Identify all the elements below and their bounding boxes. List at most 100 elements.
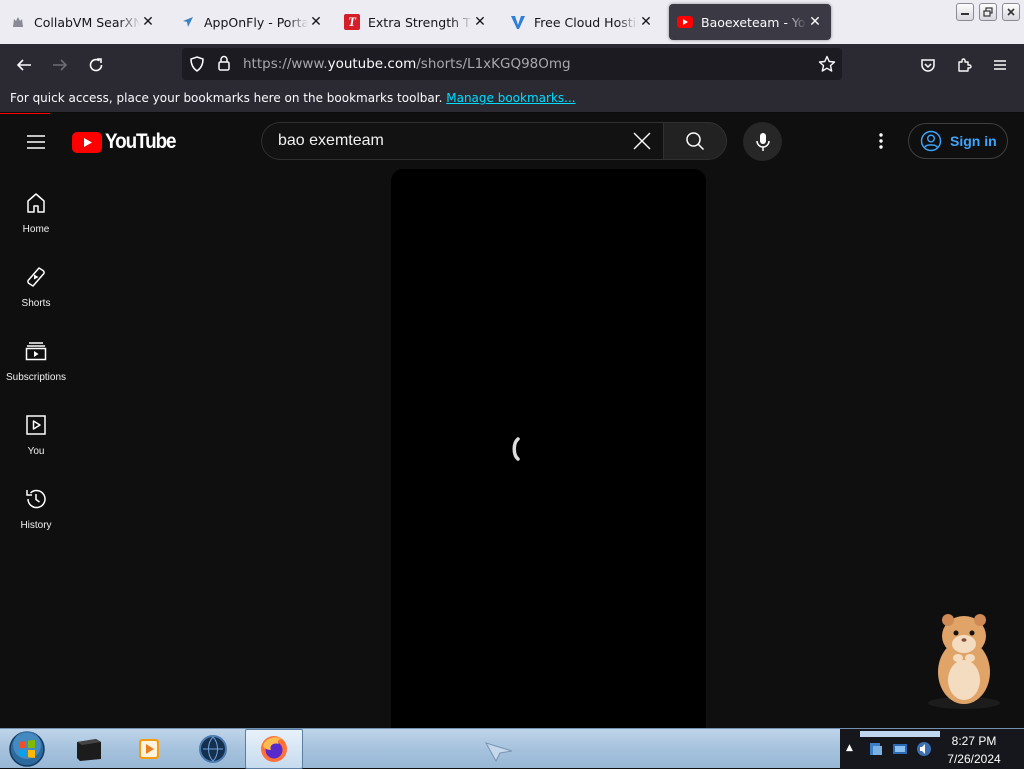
tab-title: AppOnFly - Portal <box>204 14 308 30</box>
tab-close-icon[interactable]: ✕ <box>140 14 156 30</box>
guide-item-you[interactable]: You <box>0 413 72 477</box>
taskbar-terminal[interactable] <box>60 729 118 769</box>
taskbar-globe-app[interactable] <box>184 729 242 769</box>
home-icon <box>27 193 45 213</box>
bookmarks-toolbar: For quick access, place your bookmarks h… <box>0 86 1024 113</box>
guide-label: Home <box>22 224 50 235</box>
search-clear-button[interactable] <box>625 124 659 158</box>
tab-tylenol[interactable]: T Extra Strength TYLENOL ✕ <box>336 4 496 40</box>
pocket-button[interactable] <box>912 49 944 81</box>
desktop-cursor-icon <box>484 742 513 763</box>
tab-apponfly-portal[interactable]: AppOnFly - Portal ✕ <box>172 4 332 40</box>
forward-button[interactable] <box>44 49 76 81</box>
show-hidden-icons-icon[interactable]: ▲ <box>846 743 853 753</box>
wolf-icon <box>10 14 26 30</box>
account-icon <box>920 130 942 152</box>
loading-spinner-icon <box>512 437 520 461</box>
v-logo-icon <box>510 14 526 30</box>
terminal-icon <box>77 739 101 761</box>
guide-item-shorts[interactable]: Shorts <box>0 265 72 329</box>
network-icon[interactable] <box>868 741 884 757</box>
media-player-icon <box>139 739 159 759</box>
more-vertical-icon <box>879 133 883 149</box>
shorts-video-player[interactable] <box>391 169 706 728</box>
lock-icon[interactable] <box>217 55 231 75</box>
tab-close-icon[interactable]: ✕ <box>638 14 654 30</box>
app-menu-button[interactable] <box>984 49 1016 81</box>
guide-item-history[interactable]: History <box>0 487 72 551</box>
paper-plane-icon <box>180 14 196 30</box>
guide-item-subscriptions[interactable]: Subscriptions <box>0 339 72 403</box>
tab-title: Baoexeteam - YouTube <box>701 14 807 30</box>
search-box <box>261 122 663 160</box>
tab-baoexeteam-youtube[interactable]: Baoexeteam - YouTube ✕ <box>669 4 831 40</box>
volume-icon[interactable] <box>916 741 932 757</box>
guide-menu-button[interactable] <box>20 126 52 158</box>
close-icon <box>633 132 651 150</box>
start-button[interactable] <box>2 729 52 769</box>
tab-close-icon[interactable]: ✕ <box>472 14 488 30</box>
taskbar-firefox[interactable] <box>245 729 303 769</box>
browser-nav-bar: https://www.youtube.com/shorts/L1xKGQ98O… <box>0 44 1024 86</box>
shorts-icon <box>27 267 45 287</box>
hamster-mascot-icon <box>928 614 1000 709</box>
sign-in-button[interactable]: Sign in <box>908 123 1008 159</box>
hamburger-icon <box>994 60 1006 70</box>
taskbar-clock[interactable]: 8:27 PM 7/26/2024 <box>938 733 1010 767</box>
guide-label: You <box>27 446 45 457</box>
close-window-button[interactable] <box>1002 3 1020 21</box>
search-button[interactable] <box>663 122 727 160</box>
sign-in-label: Sign in <box>950 133 997 149</box>
url-bar[interactable]: https://www.youtube.com/shorts/L1xKGQ98O… <box>182 48 842 80</box>
tab-title: CollabVM SearXNG <box>34 14 140 30</box>
back-button[interactable] <box>8 49 40 81</box>
guide-label: Shorts <box>21 298 51 309</box>
search-input[interactable] <box>278 123 618 159</box>
reload-button[interactable] <box>80 49 112 81</box>
tab-close-icon[interactable]: ✕ <box>807 14 823 30</box>
guide-label: History <box>20 520 52 531</box>
firefox-icon <box>261 736 287 762</box>
clock-date: 7/26/2024 <box>947 752 1001 766</box>
you-icon <box>26 415 46 435</box>
guide-label: Subscriptions <box>5 372 67 383</box>
youtube-logo[interactable]: YouTube <box>72 130 183 154</box>
hamburger-icon <box>27 135 45 149</box>
voice-search-button[interactable] <box>743 122 782 161</box>
manage-bookmarks-link[interactable]: Manage bookmarks... <box>446 91 575 105</box>
pocket-icon <box>921 59 935 72</box>
youtube-page: YouTube Sign in Home Shorts Subscription… <box>0 114 1024 728</box>
youtube-icon <box>677 14 693 30</box>
bookmarks-message: For quick access, place your bookmarks h… <box>10 91 443 105</box>
browser-tab-strip: CollabVM SearXNG ✕ AppOnFly - Portal ✕ T… <box>0 0 1024 44</box>
guide-item-home[interactable]: Home <box>0 191 72 255</box>
tracking-shield-icon[interactable] <box>189 56 205 76</box>
tray-overflow-strip <box>860 731 940 737</box>
tylenol-icon: T <box>344 14 360 30</box>
arrow-right-icon <box>53 59 68 71</box>
bookmark-star-icon[interactable] <box>818 55 836 77</box>
logo-text: YouTube <box>105 130 177 153</box>
url-text[interactable]: https://www.youtube.com/shorts/L1xKGQ98O… <box>243 56 571 72</box>
tab-title: Extra Strength TYLENOL <box>368 14 472 30</box>
tab-title: Free Cloud Hosting to <box>534 14 638 30</box>
search-icon <box>686 132 705 151</box>
clock-time: 8:27 PM <box>951 734 997 748</box>
history-icon <box>26 489 46 509</box>
windows-orb-icon <box>9 731 45 767</box>
taskbar-media-player[interactable] <box>120 729 178 769</box>
extensions-button[interactable] <box>948 49 980 81</box>
microphone-icon <box>755 132 770 151</box>
arrow-left-icon <box>16 59 31 71</box>
subscriptions-icon <box>25 342 47 361</box>
minimize-button[interactable] <box>956 3 974 21</box>
tab-free-cloud-hosting[interactable]: Free Cloud Hosting to ✕ <box>502 4 662 40</box>
display-icon[interactable] <box>892 741 908 757</box>
settings-more-button[interactable] <box>866 126 896 156</box>
puzzle-icon <box>958 58 972 72</box>
restore-button[interactable] <box>979 3 997 21</box>
globe-app-icon <box>199 735 227 763</box>
youtube-logo-icon <box>72 131 102 153</box>
tab-collabvm-searxng[interactable]: CollabVM SearXNG ✕ <box>2 4 164 40</box>
tab-close-icon[interactable]: ✕ <box>308 14 324 30</box>
